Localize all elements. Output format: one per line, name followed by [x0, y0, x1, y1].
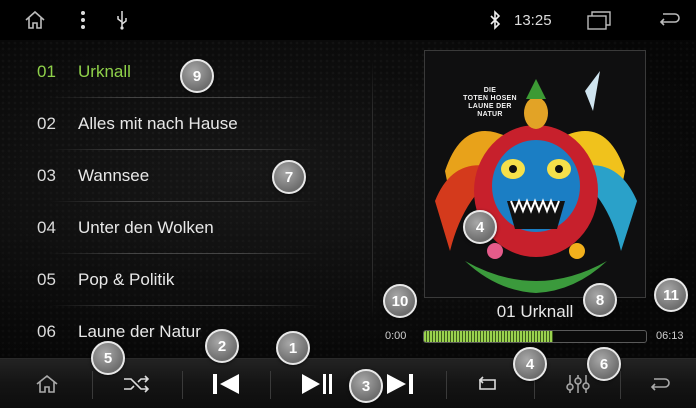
- callout-badge: 5: [91, 341, 125, 375]
- callout-badge: 1: [276, 331, 310, 365]
- status-bar: 13:25: [0, 0, 696, 40]
- track-title: Laune der Natur: [78, 322, 201, 341]
- callout-badge: 9: [180, 59, 214, 93]
- separator: [446, 371, 447, 399]
- equalizer-icon: [566, 375, 590, 393]
- callout-badge: 3: [349, 369, 383, 403]
- track-number: 05: [37, 270, 56, 289]
- track-number: 06: [37, 322, 56, 341]
- playlist-item[interactable]: 05 Pop & Politik: [0, 254, 330, 306]
- callout-badge: 10: [383, 284, 417, 318]
- callout-badge: 4: [513, 347, 547, 381]
- total-time: 06:13: [656, 330, 684, 342]
- repeat-icon: [478, 376, 496, 390]
- track-title: Urknall: [78, 62, 131, 81]
- playlist-item[interactable]: 04 Unter den Wolken: [0, 202, 330, 254]
- previous-icon: [213, 374, 239, 394]
- home-button[interactable]: [30, 367, 64, 401]
- back-icon[interactable]: [656, 10, 682, 30]
- home-icon: [36, 374, 58, 393]
- separator: [620, 371, 621, 399]
- playlist-item[interactable]: 02 Alles mit nach Hause: [0, 98, 330, 150]
- track-title: Unter den Wolken: [78, 218, 214, 237]
- play-pause-icon: [302, 374, 332, 394]
- shuffle-icon: [124, 375, 150, 393]
- separator: [270, 371, 271, 399]
- track-number: 03: [37, 166, 56, 185]
- separator: [92, 371, 93, 399]
- track-number: 01: [37, 62, 56, 81]
- shuffle-button[interactable]: [116, 367, 158, 401]
- playlist-item[interactable]: 01 Urknall: [0, 46, 330, 98]
- home-icon[interactable]: [22, 10, 48, 30]
- recent-apps-icon[interactable]: [584, 10, 614, 30]
- play-pause-button[interactable]: [294, 367, 340, 401]
- cover-text: DIE TOTEN HOSEN LAUNE DER NATUR: [463, 87, 517, 118]
- vertical-dots-icon[interactable]: [78, 10, 88, 30]
- current-time: 0:00: [385, 330, 407, 342]
- back-button[interactable]: [644, 367, 676, 401]
- progress-bar[interactable]: [423, 330, 647, 343]
- next-icon: [387, 374, 413, 394]
- separator: [182, 371, 183, 399]
- panel-divider: [372, 60, 373, 320]
- progress-fill: [424, 331, 553, 342]
- callout-badge: 7: [272, 160, 306, 194]
- album-cover: DIE TOTEN HOSEN LAUNE DER NATUR: [424, 50, 646, 298]
- repeat-button[interactable]: [470, 367, 506, 401]
- clock: 13:25: [514, 12, 552, 29]
- previous-button[interactable]: [204, 367, 248, 401]
- track-number: 04: [37, 218, 56, 237]
- callout-badge: 2: [205, 329, 239, 363]
- back-icon: [650, 378, 670, 391]
- bluetooth-icon: [488, 10, 502, 30]
- track-title: Alles mit nach Hause: [78, 114, 238, 133]
- callout-badge: 4: [463, 210, 497, 244]
- usb-icon: [114, 10, 130, 30]
- track-title: Wannsee: [78, 166, 150, 185]
- callout-badge: 11: [654, 278, 688, 312]
- next-button[interactable]: [378, 367, 422, 401]
- callout-badge: 8: [583, 283, 617, 317]
- track-title: Pop & Politik: [78, 270, 175, 289]
- callout-badge: 6: [587, 347, 621, 381]
- track-number: 02: [37, 114, 56, 133]
